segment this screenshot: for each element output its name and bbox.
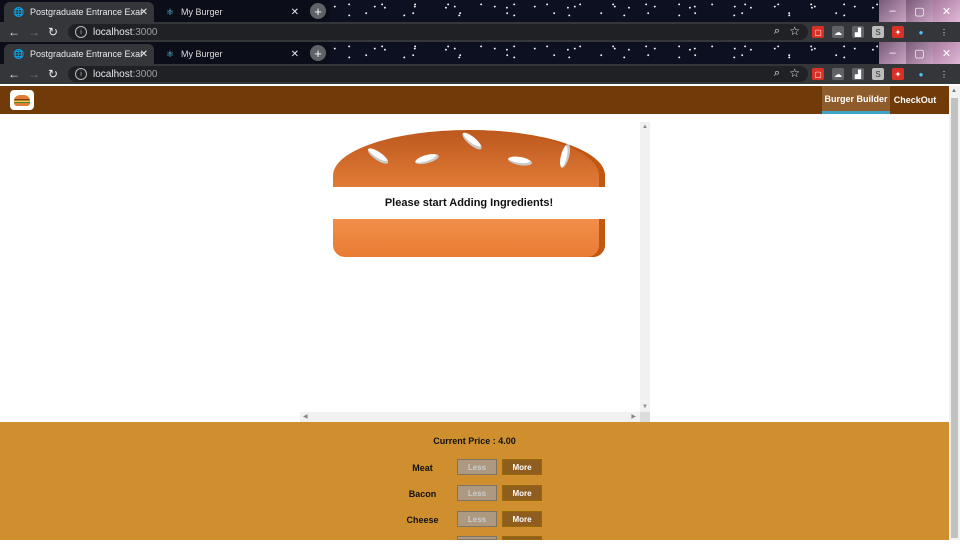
seed (414, 152, 440, 166)
control-row-meat: Meat Less More (400, 459, 560, 477)
seed (365, 145, 391, 167)
cloud-extension-icon[interactable]: ☁ (832, 26, 844, 38)
info-icon[interactable]: i (75, 26, 87, 38)
burger-logo[interactable] (10, 90, 34, 110)
seed (558, 143, 572, 169)
control-label: Bacon (408, 489, 437, 499)
close-window-icon[interactable]: ✕ (933, 42, 960, 64)
browser-toolbar: ← → ↻ i localhost:3000 ⌕ ☆ ▢ ☁ ▟ S ✦ ● ⋮ (0, 64, 960, 84)
tab-strip: 🌐 Postgraduate Entrance Examinati... ✕ ⚛… (0, 0, 960, 22)
minimize-icon[interactable]: – (879, 42, 906, 64)
address-bar[interactable]: i localhost:3000 ⌕ ☆ (68, 66, 808, 82)
react-icon: ⚛ (165, 48, 175, 59)
control-label: Meat (412, 463, 433, 473)
price-value: 4.00 (498, 436, 516, 446)
maximize-icon[interactable]: ▢ (906, 0, 933, 22)
profile-icon[interactable]: ● (915, 26, 927, 38)
scroll-left-icon[interactable]: ◀ (303, 413, 308, 420)
less-meat-button[interactable]: Less (457, 459, 497, 475)
less-bacon-button[interactable]: Less (457, 485, 497, 501)
seed (507, 154, 533, 168)
starfield-theme (330, 0, 960, 22)
forward-icon[interactable]: → (28, 67, 40, 81)
bookmark-star-icon[interactable]: ☆ (789, 66, 800, 80)
reload-icon[interactable]: ↻ (48, 67, 58, 81)
less-cheese-button[interactable]: Less (457, 511, 497, 527)
red-extension-icon[interactable]: ✦ (892, 68, 904, 80)
build-controls: Current Price : 4.00 Meat Less More Baco… (0, 422, 949, 540)
extension-icon[interactable]: ▢ (812, 68, 824, 80)
horizontal-scrollbar[interactable]: ◀ ▶ (300, 412, 640, 422)
app-toolbar: Burger Builder CheckOut (0, 86, 949, 114)
control-label: Cheese (406, 515, 439, 525)
window-controls: – ▢ ✕ (879, 0, 960, 22)
tab-strip: 🌐 Postgraduate Entrance Examinati... ✕ ⚛… (0, 42, 960, 64)
bread-top (333, 130, 605, 187)
vertical-scrollbar[interactable]: ▲ ▼ (640, 122, 650, 412)
new-tab-button[interactable]: + (310, 3, 326, 19)
minimize-icon[interactable]: – (879, 0, 906, 22)
more-meat-button[interactable]: More (502, 459, 542, 475)
scroll-up-icon[interactable]: ▲ (951, 88, 957, 94)
scrollbar-corner (640, 412, 650, 422)
control-row-bacon: Bacon Less More (400, 485, 560, 503)
back-icon[interactable]: ← (8, 25, 20, 39)
reload-icon[interactable]: ↻ (48, 25, 58, 39)
nav-burger-builder[interactable]: Burger Builder (822, 86, 890, 114)
close-window-icon[interactable]: ✕ (933, 0, 960, 22)
browser-toolbar: ← → ↻ i localhost:3000 ⌕ ☆ ▢ ☁ ▟ S ✦ ● ⋮ (0, 22, 960, 42)
forward-icon[interactable]: → (28, 25, 40, 39)
seed (460, 130, 484, 152)
less-button-partial[interactable] (457, 536, 497, 540)
current-price: Current Price : 4.00 (0, 436, 949, 446)
tab-my-burger[interactable]: ⚛ My Burger ✕ (155, 2, 305, 22)
menu-dots-icon[interactable]: ⋮ (938, 68, 950, 80)
scrollbar-thumb[interactable] (951, 98, 958, 538)
back-icon[interactable]: ← (8, 67, 20, 81)
price-label: Current Price : (433, 436, 496, 446)
extension-icon[interactable]: ▢ (812, 26, 824, 38)
globe-icon: 🌐 (13, 6, 25, 17)
bread-bottom (333, 219, 605, 257)
more-bacon-button[interactable]: More (502, 485, 542, 501)
more-button-partial[interactable] (502, 536, 542, 540)
s-extension-icon[interactable]: S (872, 26, 884, 38)
window-controls: – ▢ ✕ (879, 42, 960, 64)
signal-extension-icon[interactable]: ▟ (852, 26, 864, 38)
starfield-theme (330, 42, 960, 64)
tab-postgraduate[interactable]: 🌐 Postgraduate Entrance Examinati... ✕ (4, 2, 154, 22)
search-icon[interactable]: ⌕ (774, 25, 780, 38)
nav-checkout[interactable]: CheckOut (890, 86, 940, 114)
scroll-right-icon[interactable]: ▶ (631, 413, 636, 420)
new-tab-button[interactable]: + (310, 45, 326, 61)
bookmark-star-icon[interactable]: ☆ (789, 24, 800, 38)
s-extension-icon[interactable]: S (872, 68, 884, 80)
react-icon: ⚛ (165, 6, 175, 17)
cloud-extension-icon[interactable]: ☁ (832, 68, 844, 80)
more-cheese-button[interactable]: More (502, 511, 542, 527)
close-icon[interactable]: ✕ (140, 7, 148, 18)
search-icon[interactable]: ⌕ (774, 67, 780, 80)
burger-logo-icon (14, 94, 30, 106)
menu-dots-icon[interactable]: ⋮ (938, 26, 950, 38)
address-bar[interactable]: i localhost:3000 ⌕ ☆ (68, 24, 808, 40)
info-icon[interactable]: i (75, 68, 87, 80)
tab-postgraduate[interactable]: 🌐 Postgraduate Entrance Examinati... ✕ (4, 44, 154, 64)
scroll-down-icon[interactable]: ▼ (642, 404, 648, 410)
globe-icon: 🌐 (13, 48, 25, 59)
red-extension-icon[interactable]: ✦ (892, 26, 904, 38)
profile-icon[interactable]: ● (915, 68, 927, 80)
burger-preview: Please start Adding Ingredients! ▲ ▼ ◀ ▶ (300, 122, 650, 422)
control-row-cheese: Cheese Less More (400, 511, 560, 529)
control-row-partial (400, 536, 560, 554)
close-icon[interactable]: ✕ (291, 7, 299, 18)
close-icon[interactable]: ✕ (140, 49, 148, 60)
empty-burger-message: Please start Adding Ingredients! (333, 187, 605, 219)
tab-my-burger[interactable]: ⚛ My Burger ✕ (155, 44, 305, 64)
page-scrollbar[interactable]: ▲ (949, 86, 960, 540)
close-icon[interactable]: ✕ (291, 49, 299, 60)
scroll-up-icon[interactable]: ▲ (642, 124, 648, 130)
signal-extension-icon[interactable]: ▟ (852, 68, 864, 80)
maximize-icon[interactable]: ▢ (906, 42, 933, 64)
